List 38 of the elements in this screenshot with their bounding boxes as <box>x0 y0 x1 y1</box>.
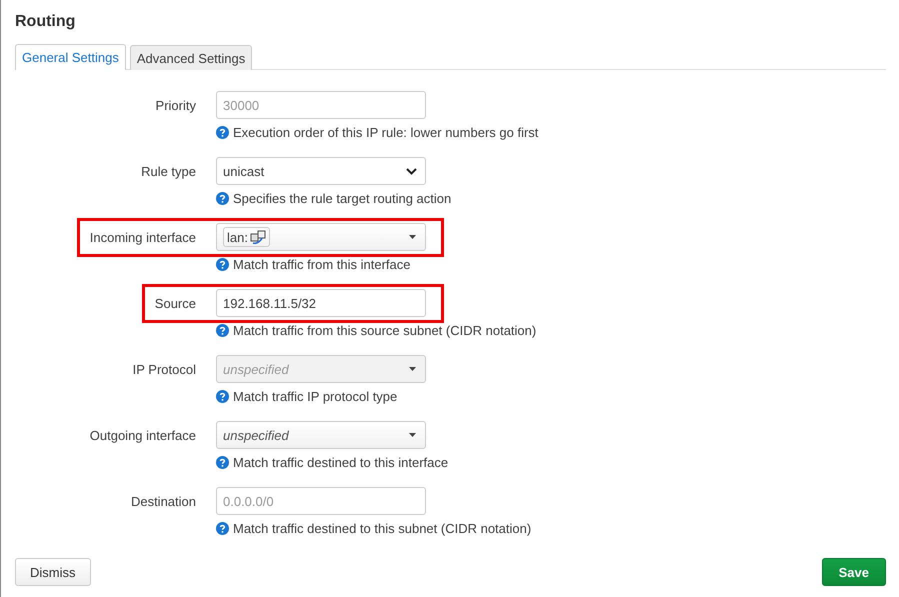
help-icon <box>216 192 229 205</box>
dialog-title: Routing <box>15 12 76 32</box>
help-text: Execution order of this IP rule: lower numbers go first <box>233 125 538 140</box>
help-icon <box>216 456 229 469</box>
select-field[interactable]: unicast <box>216 157 426 185</box>
dropdown-field[interactable]: unspecified <box>216 421 426 449</box>
help-icon <box>216 258 229 271</box>
input-field[interactable]: 192.168.11.5/32 <box>216 289 426 317</box>
input-field[interactable]: 0.0.0.0/0 <box>216 487 426 515</box>
help-text: Match traffic from this interface <box>233 257 410 272</box>
field-label: IP Protocol <box>132 362 196 376</box>
chevron-down-icon <box>406 168 417 174</box>
help-text: Match traffic destined to this interface <box>233 455 448 470</box>
field-label: Outgoing interface <box>90 428 196 442</box>
help-text: Match traffic from this source subnet (CIDR notation) <box>233 323 536 338</box>
tab[interactable]: General Settings <box>15 44 126 70</box>
network-port-icon <box>250 230 266 244</box>
dropdown-field[interactable]: lan: <box>216 223 426 251</box>
tab[interactable]: Advanced Settings <box>130 45 252 70</box>
help-text: Match traffic destined to this subnet (CIDR notation) <box>233 521 532 536</box>
help-icon <box>216 126 229 139</box>
caret-icon <box>409 367 416 371</box>
field-label: Incoming interface <box>90 230 196 244</box>
input-field[interactable]: 30000 <box>216 91 426 119</box>
field-label: Source <box>154 296 196 310</box>
field-label: Priority <box>156 98 196 112</box>
dismiss-button[interactable]: Dismiss <box>15 558 90 586</box>
save-button[interactable]: Save <box>822 558 886 586</box>
field-label: Destination <box>130 494 196 508</box>
help-icon <box>216 390 229 403</box>
help-icon <box>216 324 229 337</box>
help-icon <box>216 522 229 535</box>
help-text: Match traffic IP protocol type <box>233 389 398 404</box>
field-label: Rule type <box>141 164 196 178</box>
help-text: Specifies the rule target routing action <box>233 191 452 206</box>
caret-icon <box>409 433 416 437</box>
caret-icon <box>409 235 416 239</box>
chip-label: lan: <box>227 230 248 244</box>
